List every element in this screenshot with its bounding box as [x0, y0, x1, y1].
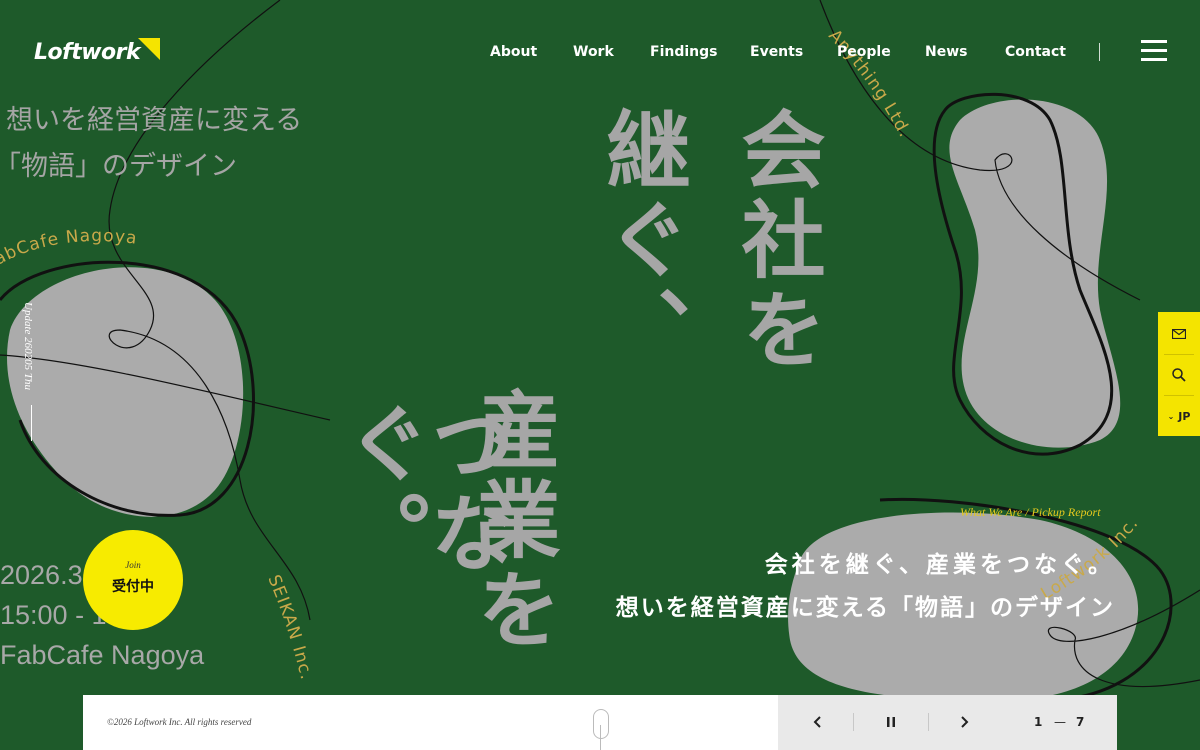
event-date: 2026.3 — [0, 560, 83, 590]
subtitle-line-1: 想いを経営資産に変える — [6, 105, 303, 136]
menu-icon[interactable] — [1141, 40, 1167, 62]
nav-divider — [1099, 43, 1100, 61]
language-switch[interactable]: ⌄ JP — [1158, 396, 1200, 436]
headline-mid: 継ぐ、 — [593, 106, 692, 376]
copyright-text: ©2026 Loftwork Inc. All rights reserved — [107, 717, 252, 727]
control-divider — [928, 713, 929, 731]
join-label-main: 受付中 — [112, 579, 154, 595]
pager-total: 7 — [1076, 715, 1085, 729]
hero-section: FabCafe Nagoya Anything Ltd. Loftwork In… — [0, 0, 1200, 750]
update-label: Update 260205 Thu — [22, 302, 34, 390]
caption-title-line-1[interactable]: 会社を継ぐ、産業をつなぐ。 — [765, 545, 1115, 579]
search-icon[interactable] — [1158, 355, 1200, 395]
main-nav: About Work Findings Events People News C… — [0, 44, 1200, 64]
side-utility-panel: ⌄ JP — [1158, 312, 1200, 436]
pause-icon[interactable] — [876, 707, 906, 737]
right-blob-shape — [949, 99, 1121, 448]
join-label-small: Join — [125, 560, 141, 570]
nav-contact[interactable]: Contact — [1005, 44, 1066, 60]
nav-news[interactable]: News — [925, 44, 967, 60]
caption-title-line-2[interactable]: 想いを経営資産に変える「物語」のデザイン — [616, 588, 1115, 622]
scroll-line — [600, 725, 601, 750]
chevron-right-icon[interactable] — [950, 707, 980, 737]
chevron-down-icon: ⌄ — [1167, 411, 1175, 421]
nav-events[interactable]: Events — [750, 44, 803, 60]
nav-about[interactable]: About — [490, 44, 537, 60]
nav-people[interactable]: People — [837, 44, 891, 60]
headline-right: 会社を — [728, 106, 827, 376]
subtitle-line-2: 「物語」のデザイン — [0, 151, 237, 182]
pager-current: 1 — [1034, 715, 1043, 729]
chevron-left-icon[interactable] — [802, 707, 832, 737]
update-divider — [31, 405, 32, 441]
language-label: JP — [1178, 409, 1191, 423]
mouse-scroll-icon — [593, 709, 609, 739]
control-divider — [853, 713, 854, 731]
caption-category: What We Are / Pickup Report — [960, 505, 1101, 519]
slider-controls: 1 — 7 — [778, 695, 1117, 750]
pager-dash: — — [1054, 715, 1066, 729]
nav-findings[interactable]: Findings — [650, 44, 717, 60]
bottom-bar: ©2026 Loftwork Inc. All rights reserved … — [83, 695, 1117, 750]
join-badge-button[interactable]: Join 受付中 — [83, 530, 183, 630]
nav-work[interactable]: Work — [573, 44, 614, 60]
curved-text-seikan: SEIKAN Inc. — [263, 572, 316, 682]
event-venue: FabCafe Nagoya — [0, 640, 205, 670]
mail-icon[interactable] — [1158, 314, 1200, 354]
